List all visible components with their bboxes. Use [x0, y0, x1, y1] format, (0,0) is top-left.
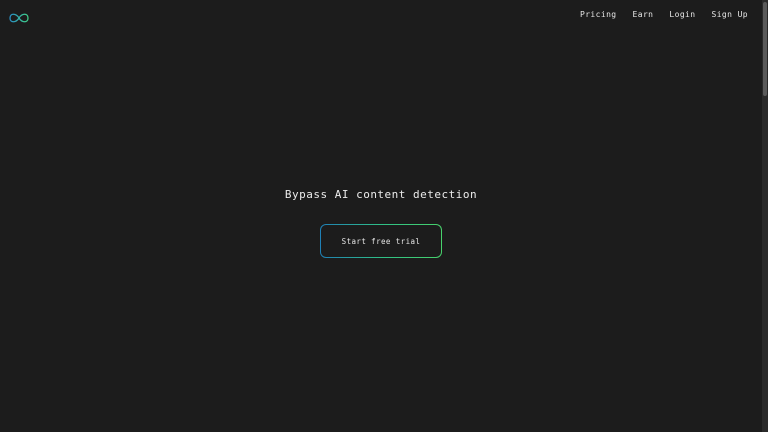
infinity-icon[interactable]: [8, 9, 30, 23]
nav-login-link[interactable]: Login: [669, 10, 695, 19]
start-free-trial-button[interactable]: Start free trial: [320, 224, 442, 258]
nav-pricing-link[interactable]: Pricing: [580, 10, 617, 19]
nav-earn-link[interactable]: Earn: [633, 10, 654, 19]
scrollbar[interactable]: [762, 0, 768, 432]
page: Pricing Earn Login Sign Up Bypass AI con…: [0, 0, 762, 432]
top-navbar: Pricing Earn Login Sign Up: [0, 0, 762, 30]
hero-title: Bypass AI content detection: [284, 188, 478, 201]
nav-signup-link[interactable]: Sign Up: [711, 10, 748, 19]
scrollbar-thumb[interactable]: [763, 2, 767, 96]
nav-links: Pricing Earn Login Sign Up: [580, 10, 748, 19]
cta-label: Start free trial: [341, 236, 421, 246]
